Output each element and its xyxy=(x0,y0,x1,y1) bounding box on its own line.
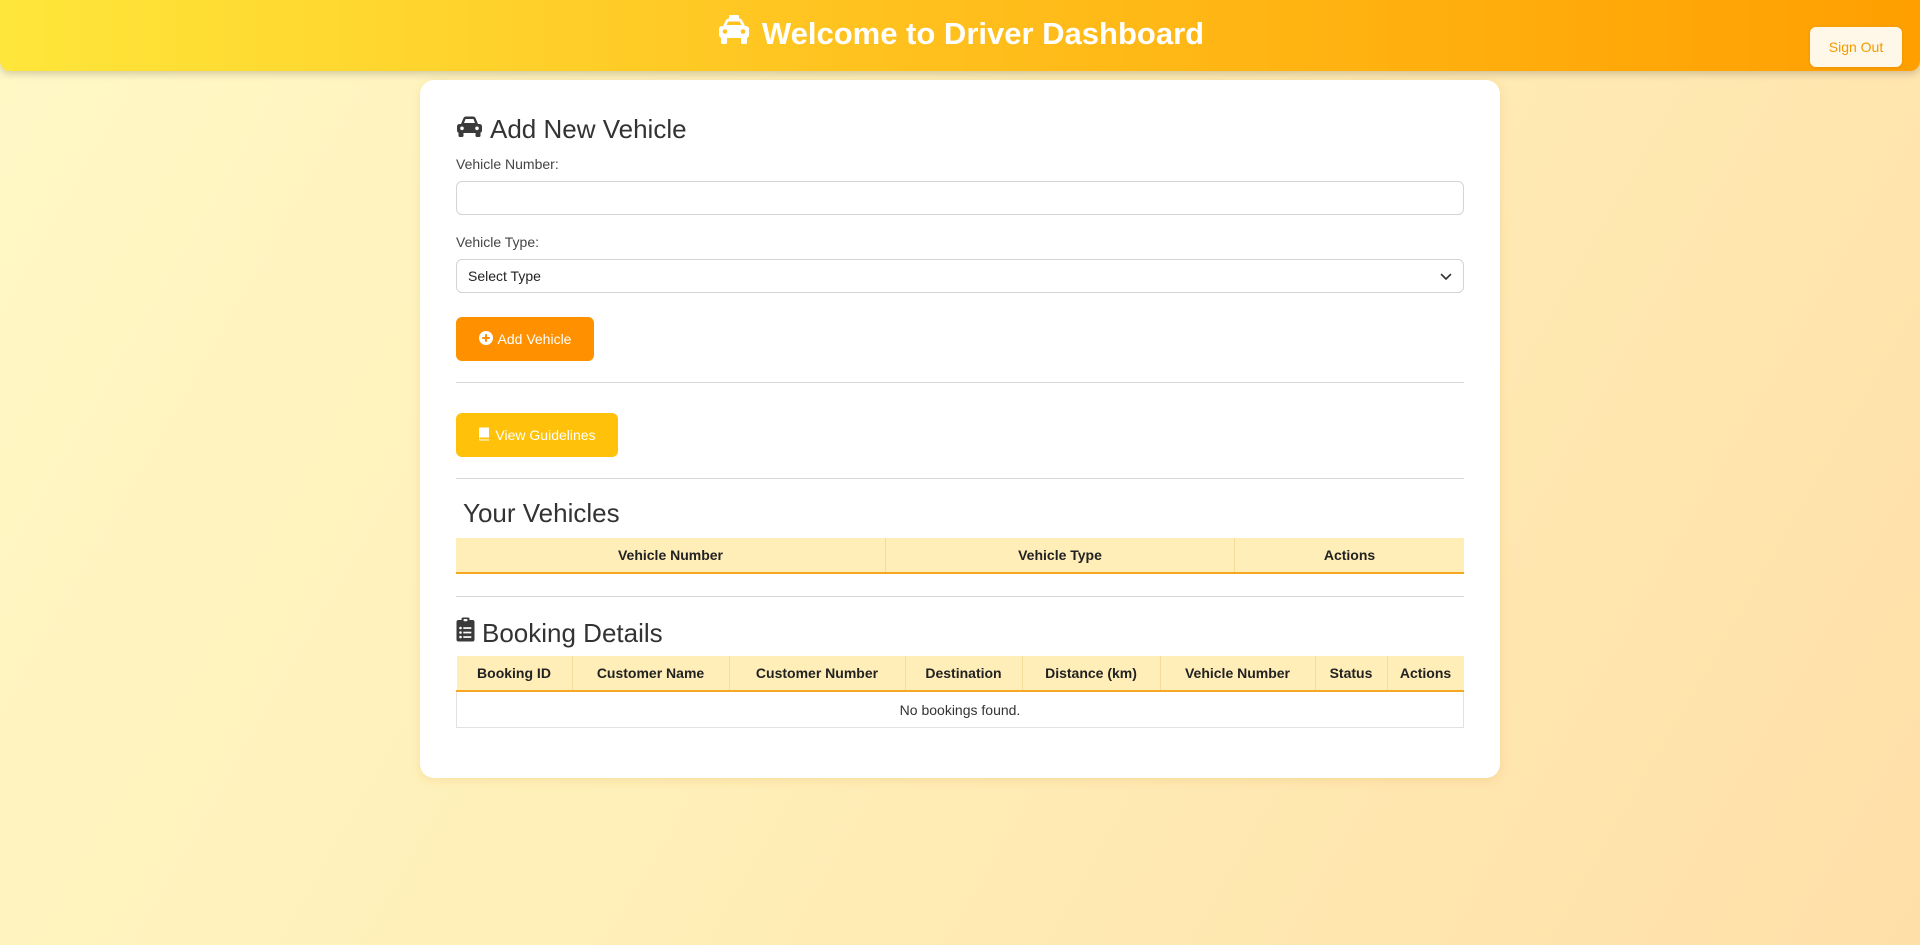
book-icon xyxy=(478,427,490,444)
vehicle-type-label: Vehicle Type: xyxy=(456,234,540,250)
bookings-table-header: Booking ID Customer Name Customer Number… xyxy=(456,656,1464,692)
dashboard-card: Add New Vehicle Vehicle Number: Vehicle … xyxy=(420,80,1500,778)
section-divider xyxy=(456,478,1464,479)
dashboard-title: Welcome to Driver Dashboard xyxy=(0,14,1920,54)
plus-circle-icon xyxy=(478,330,493,348)
vehicle-number-label: Vehicle Number: xyxy=(456,156,559,172)
bookings-table: Booking ID Customer Name Customer Number… xyxy=(456,656,1464,728)
column-header: Booking ID xyxy=(456,656,572,692)
vehicle-type-selected: Select Type xyxy=(468,268,541,284)
empty-bookings-message: No bookings found. xyxy=(456,691,1464,728)
add-vehicle-title: Add New Vehicle xyxy=(490,114,687,144)
column-header: Vehicle Number xyxy=(1159,656,1315,692)
vehicles-table: Vehicle Number Vehicle Type Actions xyxy=(456,538,1464,574)
chevron-down-icon xyxy=(1440,268,1452,284)
vehicle-type-select[interactable]: Select Type xyxy=(456,259,1464,293)
car-icon xyxy=(456,114,483,145)
your-vehicles-title: Your Vehicles xyxy=(463,498,620,528)
add-vehicle-button[interactable]: Add Vehicle xyxy=(456,317,594,361)
vehicle-number-input[interactable] xyxy=(456,181,1464,215)
column-header: Customer Number xyxy=(728,656,905,692)
section-divider xyxy=(456,382,1464,383)
add-vehicle-button-label: Add Vehicle xyxy=(497,331,572,347)
column-header: Vehicle Type xyxy=(885,538,1235,574)
dashboard-title-text: Welcome to Driver Dashboard xyxy=(761,16,1205,51)
column-header: Status xyxy=(1314,656,1387,692)
add-vehicle-heading: Add New Vehicle xyxy=(456,114,687,145)
booking-details-heading: Booking Details xyxy=(456,617,663,649)
column-header: Vehicle Number xyxy=(456,538,886,574)
section-divider xyxy=(456,596,1464,597)
your-vehicles-heading: Your Vehicles xyxy=(463,498,620,529)
booking-details-title: Booking Details xyxy=(482,617,663,648)
column-header: Actions xyxy=(1234,538,1464,574)
taxi-icon xyxy=(716,14,752,54)
table-row: No bookings found. xyxy=(456,691,1464,728)
sign-out-button[interactable]: Sign Out xyxy=(1810,27,1902,67)
column-header: Actions xyxy=(1386,656,1464,692)
vehicles-table-header: Vehicle Number Vehicle Type Actions xyxy=(456,538,1464,574)
column-header: Customer Name xyxy=(571,656,729,692)
view-guidelines-button-label: View Guidelines xyxy=(495,427,596,443)
view-guidelines-button[interactable]: View Guidelines xyxy=(456,413,618,457)
clipboard-list-icon xyxy=(456,617,475,649)
column-header: Distance (km) xyxy=(1021,656,1160,692)
top-header: Welcome to Driver Dashboard Sign Out xyxy=(0,0,1920,71)
column-header: Destination xyxy=(904,656,1022,692)
